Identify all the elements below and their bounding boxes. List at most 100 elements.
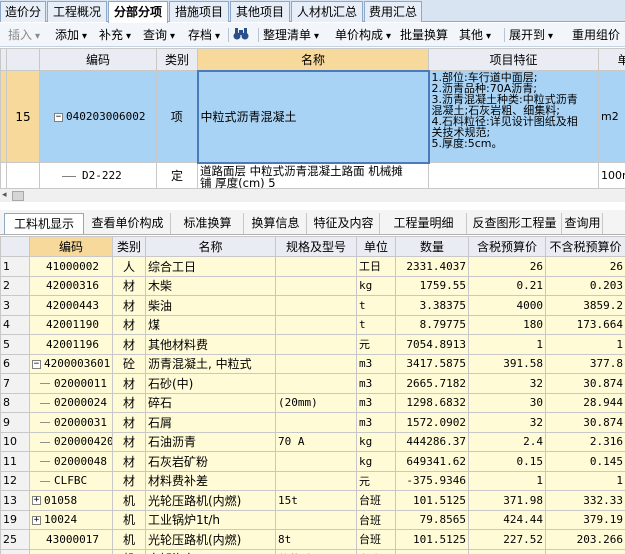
item-row[interactable]: 15 −040203006002 项 中粒式沥青混凝土 1.部位:车行道中面层;… xyxy=(0,69,625,164)
resource-spec: 装载质量:8t xyxy=(275,548,357,554)
resource-row[interactable]: 25 43000017 机光轮压路机(内燃) 8t 台班 101.5125 227.52 20… xyxy=(0,529,625,550)
toolbar-button-0[interactable]: 插入 ▾ xyxy=(8,27,40,45)
resource-row[interactable]: 13 +01058 机光轮压路机(内燃) 15t 台班 101.5125 371.98 332… xyxy=(0,490,625,511)
col-header-features[interactable]: 项目特征 xyxy=(428,48,599,71)
detail-tab-5[interactable]: 工程量明细 xyxy=(381,213,467,234)
collapse-icon[interactable]: − xyxy=(54,112,63,122)
tab-5[interactable]: 人材机汇总 xyxy=(291,1,363,22)
detail-tab-0[interactable]: 工料机显示 xyxy=(4,213,84,234)
row-number: 4 xyxy=(0,314,30,335)
resource-spec xyxy=(275,373,357,394)
tab-1[interactable]: 工程概况 xyxy=(47,1,107,22)
col-header-3[interactable]: 名称 xyxy=(145,236,276,257)
col-header-name[interactable]: 名称 xyxy=(197,48,429,71)
toolbar-button-8[interactable]: 批量换算 xyxy=(400,27,448,43)
detail-tab-3[interactable]: 换算信息 xyxy=(245,213,307,234)
horizontal-scrollbar[interactable]: ◂ xyxy=(0,188,625,202)
price-without-tax: 26 xyxy=(545,256,625,277)
price-with-tax: 227.52 xyxy=(468,529,546,550)
col-header-7[interactable]: 含税预算价 xyxy=(468,236,546,257)
tab-2[interactable]: 分部分项 xyxy=(108,1,168,23)
resource-quantity: 101.5125 xyxy=(395,490,469,511)
item-code: 040203006002 xyxy=(66,110,146,123)
resource-code: 43000080 xyxy=(29,548,113,554)
price-with-tax: 4000 xyxy=(468,295,546,316)
price-without-tax: 3859.2 xyxy=(545,295,625,316)
price-with-tax: 32 xyxy=(468,373,546,394)
col-header-6[interactable]: 数量 xyxy=(395,236,469,257)
resource-row[interactable]: 6−4200003601 砼沥青混凝土, 中粒式 m3 3417.5875 391.58… xyxy=(0,353,625,374)
toolbar-button-11[interactable]: 重用组价 xyxy=(572,27,620,43)
binoculars-icon[interactable] xyxy=(233,27,249,45)
row-number: 8 xyxy=(0,392,30,413)
price-without-tax: 1 xyxy=(545,470,625,491)
resource-row[interactable]: 7 02000011 材石砂(中) m3 2665.7182 32 30.874 xyxy=(0,373,625,394)
resource-row[interactable]: 12 CLFBC 材材料费补差元 -375.9346 1 1 xyxy=(0,470,625,491)
scrollbar-thumb[interactable] xyxy=(12,191,24,201)
item-name-cell[interactable]: 中粒式沥青混凝土 xyxy=(196,69,430,164)
quota-row[interactable]: D2-222 定 道路面层 中粒式沥青混凝土路面 机械摊 铺 厚度(cm) 5 … xyxy=(0,162,625,188)
detail-tab-6[interactable]: 反查图形工程量 xyxy=(468,213,562,234)
col-header-1[interactable]: 编码 xyxy=(29,236,113,257)
resource-name: 光轮压路机(内燃) xyxy=(145,529,276,550)
toolbar-button-6[interactable]: 整理清单 ▾ xyxy=(263,27,319,45)
col-header-8[interactable]: 不含税预算价 xyxy=(545,236,625,257)
col-header-2[interactable]: 类别 xyxy=(112,236,146,257)
resource-row[interactable]: 19 +10024 机工业锅炉1t/h 台班 79.8565 424.44 379.19 xyxy=(0,509,625,530)
detail-tab-7[interactable]: 查询用 xyxy=(563,213,603,234)
toolbar-button-9[interactable]: 其他 ▾ xyxy=(459,27,491,45)
tab-3[interactable]: 措施项目 xyxy=(169,1,229,22)
toolbar-button-1[interactable]: 添加 ▾ xyxy=(55,27,87,45)
resource-code: 42000443 xyxy=(29,295,113,316)
row-number: 7 xyxy=(0,373,30,394)
dropdown-arrow-icon: ▾ xyxy=(126,31,132,42)
resource-spec xyxy=(275,334,357,355)
expand-icon[interactable]: + xyxy=(32,496,41,506)
collapse-icon[interactable]: − xyxy=(32,359,41,369)
resource-code: 02000048 xyxy=(29,451,113,472)
toolbar-button-4[interactable]: 存档 ▾ xyxy=(188,27,220,45)
col-header-0[interactable] xyxy=(0,236,30,257)
detail-tab-4[interactable]: 特征及内容 xyxy=(308,213,380,234)
detail-tab-1[interactable]: 查看单价构成 xyxy=(85,213,171,234)
resource-spec xyxy=(275,295,357,316)
tab-4[interactable]: 其他项目 xyxy=(230,1,290,22)
col-header-code[interactable]: 编码 xyxy=(39,48,157,71)
row-number: 6 xyxy=(0,353,30,374)
price-without-tax: 2.316 xyxy=(545,431,625,452)
resource-row[interactable]: 4 42001190 材煤 t 8.79775 180 173.664 xyxy=(0,314,625,335)
col-header-unit[interactable]: 单价 xyxy=(598,48,625,71)
detail-tab-2[interactable]: 标准换算 xyxy=(172,213,244,234)
resource-row[interactable]: 2643000080机自卸汽车装载质量:8t台班234.1555514.1345… xyxy=(0,548,625,554)
resource-type: 机 xyxy=(112,509,146,530)
resource-row[interactable]: 100200004201材石油沥青70 Akg444286.372.42.316 xyxy=(0,431,625,452)
toolbar-separator xyxy=(228,28,229,42)
scroll-left-icon[interactable]: ◂ xyxy=(2,190,7,200)
col-header-4[interactable]: 规格及型号 xyxy=(275,236,357,257)
resource-type: 材 xyxy=(112,431,146,452)
row-number: 12 xyxy=(0,470,30,491)
resource-row[interactable]: 2 42000316 材木柴 kg 1759.55 0.21 0.203 xyxy=(0,275,625,296)
resource-name: 柴油 xyxy=(145,295,276,316)
tab-0[interactable]: 造价分析 xyxy=(0,1,46,39)
col-header-type[interactable]: 类别 xyxy=(156,48,198,71)
item-features[interactable]: 1.部位:车行道中面层; 2.沥青品种:70A沥青; 3.沥青混凝土种类:中粒式沥青… xyxy=(428,70,599,163)
resource-quantity: 234.1555 xyxy=(395,548,469,554)
resource-row[interactable]: 1 41000002 人综合工日 工日 2331.4037 26 26 xyxy=(0,256,625,277)
toolbar-button-3[interactable]: 查询 ▾ xyxy=(143,27,175,45)
quota-name[interactable]: 道路面层 中粒式沥青混凝土路面 机械摊 铺 厚度(cm) 5 xyxy=(197,162,429,188)
expand-icon[interactable]: + xyxy=(32,515,41,525)
resource-row[interactable]: 8 02000024 材碎石 (20mm) m3 1298.6832 30 28.944 xyxy=(0,392,625,413)
resource-row[interactable]: 11 02000048 材石灰岩矿粉 kg 649341.62 0.15 0.145 xyxy=(0,451,625,472)
toolbar-button-10[interactable]: 展开到 ▾ xyxy=(509,27,553,45)
col-header-5[interactable]: 单位 xyxy=(356,236,396,257)
tree-line xyxy=(40,441,50,443)
tab-6[interactable]: 费用汇总 xyxy=(364,1,422,22)
resource-row[interactable]: 5 42001196 材其他材料费元 7054.8913 1 1 xyxy=(0,334,625,355)
resource-unit: 工日 xyxy=(356,256,396,277)
quota-unit: 100m xyxy=(598,162,625,188)
resource-row[interactable]: 9 02000031 材石屑 m3 1572.0902 32 30.874 xyxy=(0,412,625,433)
toolbar-button-7[interactable]: 单价构成 ▾ xyxy=(335,27,391,45)
toolbar-button-2[interactable]: 补充 ▾ xyxy=(99,27,131,45)
resource-row[interactable]: 3 42000443 材柴油 t 3.38375 4000 3859.2 xyxy=(0,295,625,316)
